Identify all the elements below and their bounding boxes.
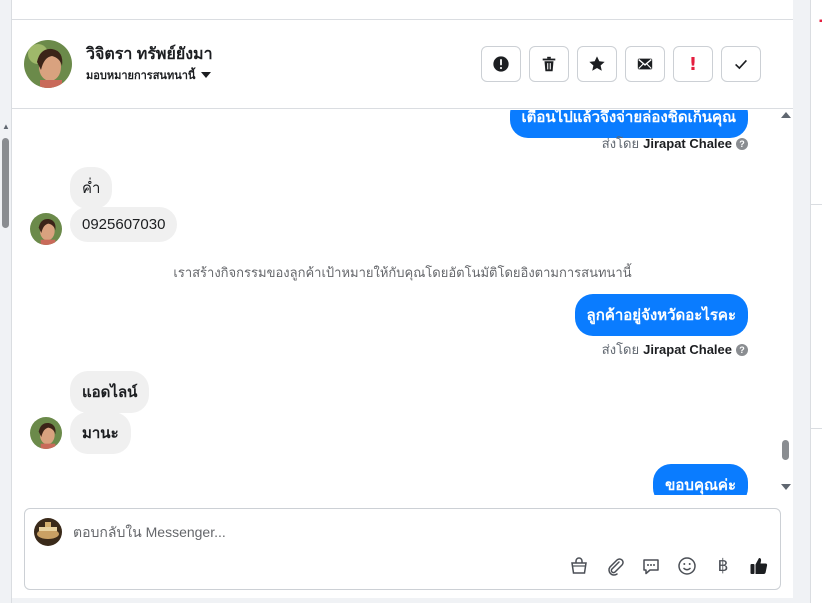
- side-divider: [811, 428, 822, 429]
- mark-unread-button[interactable]: [625, 46, 665, 82]
- assign-conversation-dropdown[interactable]: มอบหมายการสนทนานี้: [86, 66, 212, 84]
- composer-tools: ฿: [568, 555, 770, 577]
- left-scroll-strip[interactable]: ▲: [0, 0, 12, 603]
- follow-up-button[interactable]: !: [673, 46, 713, 82]
- trash-icon: [542, 56, 556, 72]
- exclamation-icon: !: [688, 53, 698, 75]
- attach-button[interactable]: [604, 555, 626, 577]
- incoming-message: มานะ: [70, 412, 131, 454]
- star-button[interactable]: [577, 46, 617, 82]
- caret-down-icon: [201, 72, 212, 78]
- reply-composer: ฿: [24, 508, 781, 590]
- system-note: เราสร้างกิจกรรมของลูกค้าเป้าหมายให้กับคุ…: [173, 265, 632, 280]
- side-divider: [811, 204, 822, 205]
- chat-panel: วิจิตรา ทรัพย์ยังมา มอบหมายการสนทนานี้ !: [12, 0, 793, 603]
- page-avatar: [34, 518, 62, 546]
- payment-button[interactable]: ฿: [712, 555, 734, 577]
- assign-label: มอบหมายการสนทนานี้: [86, 70, 196, 82]
- message-thread[interactable]: เตือนไปแล้วจึงจ่ายล่องชิดเก็นคุณ ส่งโดย …: [12, 110, 793, 495]
- outgoing-message: ขอบคุณค่ะ: [653, 464, 748, 495]
- scroll-up-icon[interactable]: [781, 112, 791, 118]
- shop-button[interactable]: [568, 555, 590, 577]
- scroll-up-arrow[interactable]: ▲: [2, 122, 10, 131]
- scroll-down-icon[interactable]: [781, 484, 791, 490]
- help-icon[interactable]: ?: [736, 343, 748, 356]
- outgoing-message: ลูกค้าอยู่จังหวัดอะไรคะ: [574, 294, 748, 336]
- reply-input[interactable]: [73, 519, 673, 545]
- contact-avatar-small[interactable]: [30, 417, 62, 449]
- checkmark-icon: [735, 59, 747, 70]
- agent-name: Jirapat Chalee: [643, 136, 732, 151]
- send-like-button[interactable]: [748, 555, 770, 577]
- contact-avatar[interactable]: [24, 40, 72, 88]
- sent-by-label: ส่งโดย Jirapat Chalee ?: [602, 339, 748, 360]
- emoji-icon: [678, 557, 696, 575]
- sent-by-prefix: ส่งโดย: [601, 342, 640, 357]
- paperclip-icon: [608, 558, 624, 576]
- scrollbar-thumb[interactable]: [782, 440, 789, 460]
- thread-scrollbar[interactable]: [777, 110, 793, 495]
- help-icon[interactable]: ?: [736, 137, 748, 150]
- contact-avatar-small[interactable]: [30, 213, 62, 245]
- delete-button[interactable]: [529, 46, 569, 82]
- agent-name: Jirapat Chalee: [643, 342, 732, 357]
- incoming-message: ค่ำ: [70, 167, 113, 209]
- header-actions: !: [481, 46, 761, 82]
- envelope-icon: [637, 58, 653, 70]
- sent-by-label: ส่งโดย Jirapat Chalee ?: [602, 133, 748, 154]
- incoming-message: 0925607030: [70, 207, 178, 242]
- saved-reply-icon: [643, 559, 659, 575]
- left-scrollbar-thumb[interactable]: [2, 138, 9, 228]
- mark-done-button[interactable]: [721, 46, 761, 82]
- thumbs-up-icon: [750, 558, 768, 574]
- right-side-panel: ▪: [810, 0, 822, 603]
- sent-by-prefix: ส่งโดย: [601, 136, 640, 151]
- bag-icon: [571, 557, 587, 574]
- conversation-header: วิจิตรา ทรัพย์ยังมา มอบหมายการสนทนานี้ !: [12, 20, 793, 109]
- incoming-message: แอดไลน์: [70, 371, 150, 413]
- contact-name: วิจิตรา ทรัพย์ยังมา: [86, 46, 213, 63]
- emoji-button[interactable]: [676, 555, 698, 577]
- bottom-divider: [12, 598, 793, 603]
- mark-spam-button[interactable]: [481, 46, 521, 82]
- baht-icon: ฿: [717, 556, 729, 576]
- saved-replies-button[interactable]: [640, 555, 662, 577]
- star-icon: [589, 56, 605, 71]
- report-icon: [493, 56, 509, 72]
- right-gutter: [793, 0, 810, 603]
